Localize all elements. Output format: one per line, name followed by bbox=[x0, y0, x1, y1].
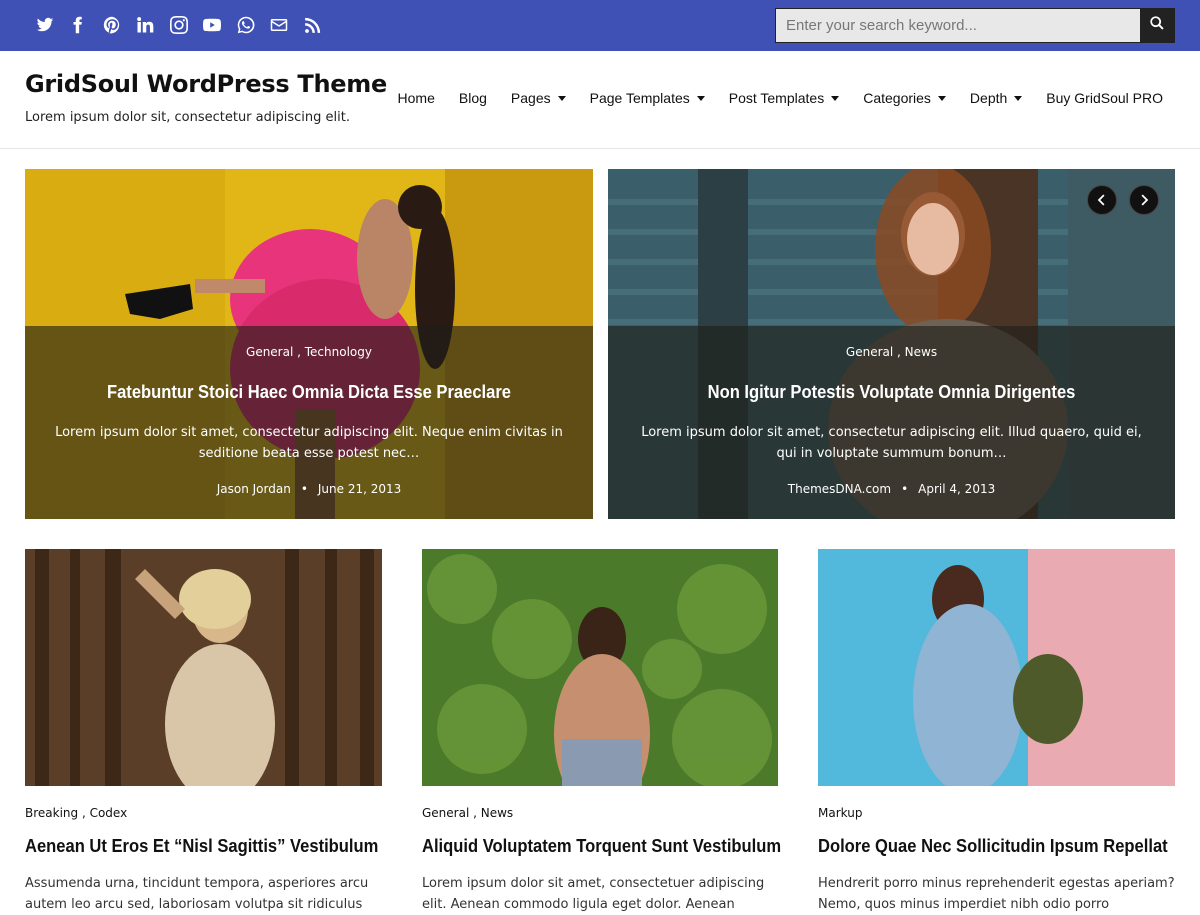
caret-down-icon bbox=[557, 96, 566, 101]
slider-next-button[interactable] bbox=[1129, 185, 1159, 215]
main-nav: Home Blog Pages Page Templates Post Temp… bbox=[386, 90, 1175, 106]
nav-label: Home bbox=[397, 90, 435, 106]
slide-author[interactable]: ThemesDNA.com bbox=[788, 482, 891, 496]
social-links bbox=[28, 12, 330, 38]
slider-prev-button[interactable] bbox=[1087, 185, 1117, 215]
search-input[interactable] bbox=[776, 9, 1141, 42]
slide-meta: ThemesDNA.com • April 4, 2013 bbox=[608, 482, 1175, 496]
nav-page-templates[interactable]: Page Templates bbox=[578, 90, 717, 106]
youtube-icon[interactable] bbox=[196, 12, 230, 38]
meta-separator: • bbox=[300, 482, 308, 496]
twitter-icon[interactable] bbox=[28, 12, 62, 38]
meta-separator: • bbox=[901, 482, 909, 496]
post-categories[interactable]: General , News bbox=[422, 806, 778, 820]
facebook-icon[interactable] bbox=[62, 12, 96, 38]
post-categories[interactable]: Breaking , Codex bbox=[25, 806, 382, 820]
slide-caption: General , News Non Igitur Potestis Volup… bbox=[608, 326, 1175, 519]
nav-buy-pro[interactable]: Buy GridSoul PRO bbox=[1034, 90, 1175, 106]
post-excerpt: Assumenda urna, tincidunt tempora, asper… bbox=[25, 876, 369, 912]
slide-title[interactable]: Non Igitur Potestis Voluptate Omnia Diri… bbox=[649, 382, 1134, 403]
site-header: GridSoul WordPress Theme Lorem ipsum dol… bbox=[0, 51, 1200, 149]
rss-icon[interactable] bbox=[296, 12, 330, 38]
site-description: Lorem ipsum dolor sit, consectetur adipi… bbox=[25, 110, 350, 125]
post-title[interactable]: Aliquid Voluptatem Torquent Sunt Vestibu… bbox=[422, 836, 781, 857]
nav-label: Pages bbox=[510, 90, 551, 106]
nav-label: Blog bbox=[458, 90, 487, 106]
nav-label: Page Templates bbox=[589, 90, 690, 106]
nav-label: Depth bbox=[969, 90, 1008, 106]
post-excerpt: Hendrerit porro minus reprehenderit eges… bbox=[818, 876, 1175, 912]
post-card: General , News Aliquid Voluptatem Torque… bbox=[422, 549, 781, 915]
nav-pages[interactable]: Pages bbox=[499, 90, 578, 106]
caret-down-icon bbox=[831, 96, 840, 101]
caret-down-icon bbox=[937, 96, 946, 101]
post-card: Markup Dolore Quae Nec Sollicitudin Ipsu… bbox=[818, 549, 1175, 915]
search-icon bbox=[1150, 16, 1164, 35]
site-title[interactable]: GridSoul WordPress Theme bbox=[25, 70, 387, 98]
whatsapp-icon[interactable] bbox=[229, 12, 263, 38]
instagram-icon[interactable] bbox=[162, 12, 196, 38]
slide-title[interactable]: Fatebuntur Stoici Haec Omnia Dicta Esse … bbox=[66, 382, 552, 403]
nav-categories[interactable]: Categories bbox=[851, 90, 958, 106]
slide-date: April 4, 2013 bbox=[918, 482, 996, 496]
post-categories[interactable]: Markup bbox=[818, 806, 1175, 820]
post-thumbnail[interactable] bbox=[422, 549, 778, 814]
slide-excerpt: Lorem ipsum dolor sit amet, consectetur … bbox=[55, 425, 563, 461]
post-thumbnail[interactable] bbox=[818, 549, 1175, 794]
post-title[interactable]: Dolore Quae Nec Sollicitudin Ipsum Repel… bbox=[818, 836, 1168, 857]
nav-home[interactable]: Home bbox=[386, 90, 447, 106]
slide-meta: Jason Jordan • June 21, 2013 bbox=[25, 482, 593, 496]
search-box bbox=[775, 8, 1175, 43]
pinterest-icon[interactable] bbox=[95, 12, 129, 38]
email-icon[interactable] bbox=[263, 12, 297, 38]
slide-author[interactable]: Jason Jordan bbox=[217, 482, 291, 496]
caret-down-icon bbox=[696, 96, 705, 101]
nav-blog[interactable]: Blog bbox=[447, 90, 499, 106]
slide-excerpt: Lorem ipsum dolor sit amet, consectetur … bbox=[641, 425, 1142, 461]
post-card: Breaking , Codex Aenean Ut Eros Et “Nisl… bbox=[25, 549, 382, 915]
nav-post-templates[interactable]: Post Templates bbox=[717, 90, 851, 106]
post-title[interactable]: Aenean Ut Eros Et “Nisl Sagittis” Vestib… bbox=[25, 836, 378, 857]
featured-slide[interactable]: General , News Non Igitur Potestis Volup… bbox=[608, 169, 1175, 519]
slide-caption: General , Technology Fatebuntur Stoici H… bbox=[25, 326, 593, 519]
featured-slide[interactable]: General , Technology Fatebuntur Stoici H… bbox=[25, 169, 593, 519]
nav-label: Buy GridSoul PRO bbox=[1046, 90, 1163, 106]
slide-date: June 21, 2013 bbox=[317, 482, 402, 496]
caret-down-icon bbox=[1014, 96, 1023, 101]
chevron-right-icon bbox=[1138, 194, 1150, 206]
search-button[interactable] bbox=[1140, 9, 1174, 42]
nav-label: Post Templates bbox=[728, 90, 825, 106]
nav-depth[interactable]: Depth bbox=[958, 90, 1034, 106]
slide-categories[interactable]: General , Technology bbox=[25, 345, 593, 359]
post-excerpt: Lorem ipsum dolor sit amet, consectetuer… bbox=[422, 876, 765, 912]
nav-label: Categories bbox=[863, 90, 931, 106]
post-thumbnail[interactable] bbox=[25, 549, 382, 804]
chevron-left-icon bbox=[1096, 194, 1108, 206]
slide-categories[interactable]: General , News bbox=[608, 345, 1175, 359]
linkedin-icon[interactable] bbox=[129, 12, 163, 38]
top-bar bbox=[0, 0, 1200, 51]
